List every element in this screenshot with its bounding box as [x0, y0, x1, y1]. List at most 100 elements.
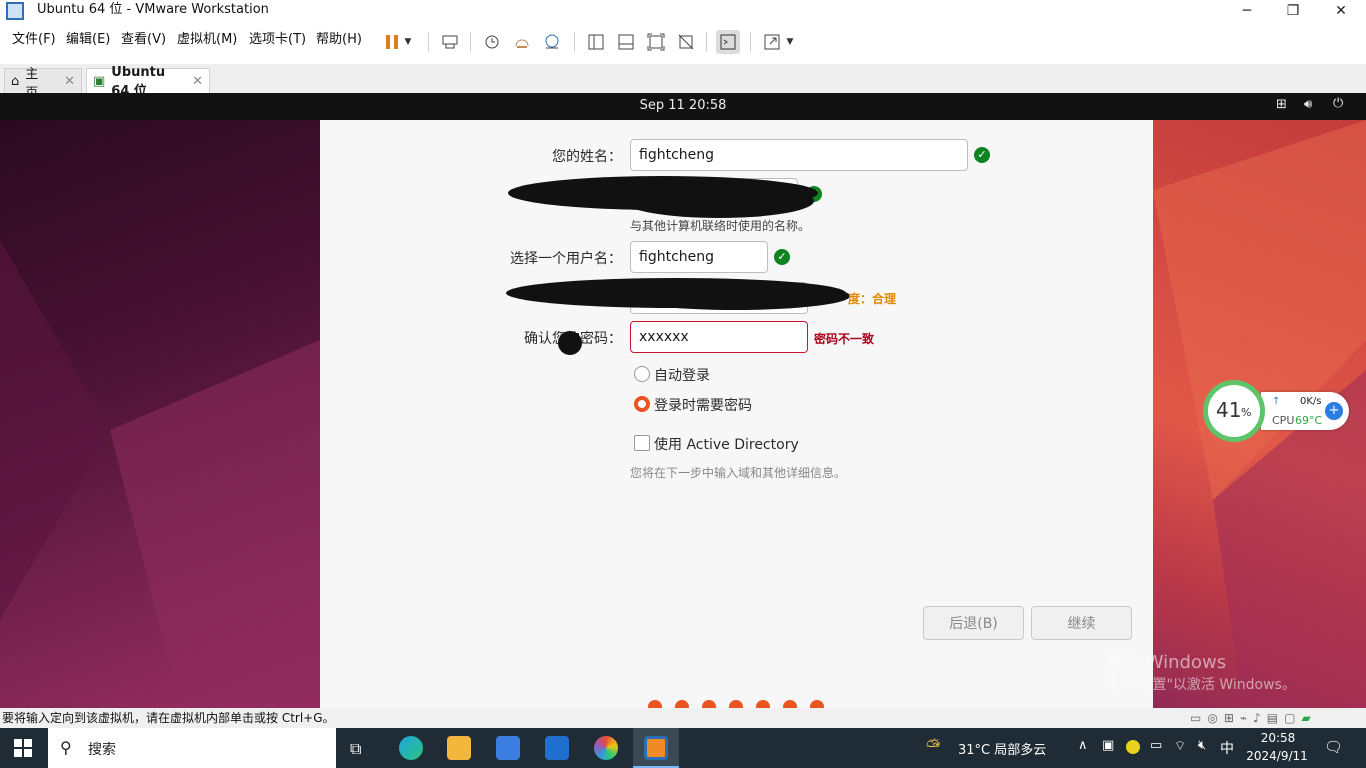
tab-home-close-icon[interactable]: ✕ [64, 74, 75, 89]
status-message: 要将输入定向到该虚拟机，请在虚拟机内部单击或按 Ctrl+G。 [2, 711, 335, 725]
tab-ubuntu-close-icon[interactable]: ✕ [192, 74, 203, 89]
auto-login-radio[interactable] [634, 366, 650, 382]
menu-file[interactable]: 文件(F) [12, 31, 56, 49]
tray-app-icon[interactable]: ▣ [1102, 738, 1114, 753]
edge-icon[interactable] [399, 736, 423, 760]
taskbar-time[interactable]: 20:58 [1250, 731, 1306, 745]
menu-help[interactable]: 帮助(H) [316, 31, 362, 49]
memory-percent-sign: % [1241, 406, 1252, 419]
ime-indicator[interactable]: 中 [1220, 738, 1234, 758]
notification-icon[interactable]: 🗨︎ [1324, 738, 1343, 756]
cpu-temp: 69°C [1295, 414, 1323, 427]
system-monitor-widget[interactable]: 41 % ↑ 0K/s CPU 69°C + [1203, 380, 1351, 442]
snapshot-manager-icon[interactable] [540, 30, 564, 54]
printer-icon[interactable]: ▤ [1267, 708, 1278, 728]
hdd-icon[interactable]: ▭ [1190, 708, 1201, 728]
weather-icon[interactable]: ⛅︎ [926, 736, 940, 757]
pause-dropdown-icon[interactable]: ▼ [400, 30, 416, 54]
activation-watermark-title: 激活 Windows [1104, 652, 1227, 673]
tab-bar: ⌂ 主页 ✕ ▣ Ubuntu 64 位 ✕ [0, 64, 1366, 101]
stretch-dropdown-icon[interactable]: ▼ [782, 30, 798, 54]
store-icon[interactable] [496, 736, 520, 760]
windows-taskbar: ⚲ 搜索 ⧉ ⛅︎ 31°C 局部多云 ∧ ▣ ▭ ⌔ 🔇︎ 中 20:58 2… [0, 728, 1366, 768]
name-valid-icon: ✓ [974, 147, 990, 163]
net-speed: 0K/s [1300, 396, 1322, 407]
vmware-taskbar-item[interactable] [633, 728, 679, 768]
vmware-taskbar-icon [644, 736, 668, 760]
menu-tabs[interactable]: 选项卡(T) [249, 31, 306, 49]
upload-arrow-icon: ↑ [1272, 396, 1281, 407]
active-directory-hint: 您将在下一步中输入域和其他详细信息。 [630, 466, 847, 480]
installer-who-are-you-panel: 您的姓名： fightcheng ✓ ✓ 与其他计算机联络时使用的名称。 选择一… [320, 120, 1153, 714]
activation-watermark-subtitle: 转到"设置"以激活 Windows。 [1104, 677, 1296, 693]
close-button[interactable]: ✕ [1318, 0, 1364, 22]
taskbar-date[interactable]: 2024/9/11 [1244, 749, 1310, 763]
tab-home[interactable]: ⌂ 主页 ✕ [4, 67, 82, 101]
require-password-radio[interactable] [634, 396, 650, 412]
battery-icon[interactable]: ▭ [1150, 738, 1162, 753]
search-icon: ⚲ [60, 738, 72, 757]
require-password-label[interactable]: 登录时需要密码 [654, 395, 752, 415]
home-icon: ⌂ [11, 74, 20, 89]
power-icon[interactable]: ⏻ [1333, 96, 1343, 111]
cursor-dot [558, 331, 582, 355]
window-title: Ubuntu 64 位 - VMware Workstation [37, 2, 269, 17]
back-button[interactable]: 后退(B) [923, 606, 1024, 640]
active-directory-label[interactable]: 使用 Active Directory [654, 434, 799, 454]
name-input[interactable]: fightcheng [630, 139, 968, 171]
menu-view[interactable]: 查看(V) [121, 31, 166, 49]
password-strength: 度：合理 [848, 292, 897, 306]
color-app-icon[interactable] [594, 736, 618, 760]
revert-snapshot-icon[interactable] [510, 30, 534, 54]
username-label: 选择一个用户名： [510, 251, 622, 267]
usb-icon[interactable]: ⌁ [1240, 708, 1247, 728]
sound-icon[interactable]: ♪ [1253, 708, 1261, 728]
task-view-icon[interactable]: ⧉ [350, 739, 361, 759]
active-directory-checkbox[interactable] [634, 435, 650, 451]
console-view-icon[interactable] [716, 30, 740, 54]
weather-text[interactable]: 31°C 局部多云 [958, 739, 1046, 758]
tab-ubuntu[interactable]: ▣ Ubuntu 64 位 ✕ [86, 65, 210, 99]
send-ctrl-alt-del-icon[interactable] [438, 30, 462, 54]
vmware-statusbar: 要将输入定向到该虚拟机，请在虚拟机内部单击或按 Ctrl+G。 ▭ ◎ ⊞ ⌁ … [0, 708, 1366, 728]
password-mismatch-error: 密码不一致 [814, 332, 875, 346]
message-icon[interactable]: ▰ [1301, 708, 1310, 728]
sidebar-toggle-icon[interactable] [584, 30, 608, 54]
cd-icon[interactable]: ◎ [1207, 708, 1217, 728]
unity-mode-icon[interactable] [674, 30, 698, 54]
confirm-password-input[interactable]: xxxxxx [630, 321, 808, 353]
thumbnail-bar-icon[interactable] [614, 30, 638, 54]
wifi-icon[interactable]: ⌔ [1174, 738, 1186, 754]
menu-vm[interactable]: 虚拟机(M) [177, 31, 237, 49]
maximize-button[interactable]: ❐ [1270, 0, 1316, 22]
menubar: 文件(F) 编辑(E) 查看(V) 虚拟机(M) 选项卡(T) 帮助(H) ▼ … [0, 26, 1366, 56]
confirm-password-label: 确认您的密码： [462, 328, 622, 348]
vm-icon: ▣ [93, 74, 106, 89]
stretch-view-icon[interactable] [760, 30, 784, 54]
snapshot-icon[interactable] [480, 30, 504, 54]
guest-topbar: Sep 11 20:58 ⊞ 🔊︎ ⏻ [0, 93, 1366, 120]
tray-badge-icon[interactable] [1126, 740, 1140, 754]
vmware-logo-icon [6, 2, 24, 20]
minimize-button[interactable]: ─ [1224, 0, 1270, 22]
username-input[interactable]: fightcheng [630, 241, 768, 273]
network-icon[interactable]: ⊞ [1276, 97, 1287, 112]
continue-button[interactable]: 继续 [1031, 606, 1132, 640]
taskbar-search-box[interactable]: ⚲ 搜索 [48, 728, 336, 768]
display-icon[interactable]: ▢ [1284, 708, 1295, 728]
windows-start-icon[interactable] [14, 739, 32, 761]
menu-edit[interactable]: 编辑(E) [66, 31, 110, 49]
auto-login-label[interactable]: 自动登录 [654, 365, 710, 385]
fullscreen-icon[interactable] [644, 30, 668, 54]
mail-icon[interactable] [545, 736, 569, 760]
guest-clock[interactable]: Sep 11 20:58 [0, 98, 1366, 113]
network-adapter-icon[interactable]: ⊞ [1224, 708, 1234, 728]
speaker-mute-icon[interactable]: 🔇︎ [1198, 738, 1206, 753]
widget-add-icon[interactable]: + [1325, 402, 1343, 420]
device-icons: ▭ ◎ ⊞ ⌁ ♪ ▤ ▢ ▰ [1190, 708, 1311, 728]
tray-chevron-icon[interactable]: ∧ [1078, 738, 1088, 753]
volume-icon[interactable]: 🔊︎ [1304, 97, 1312, 112]
file-explorer-icon[interactable] [447, 736, 471, 760]
name-label: 您的姓名： [552, 149, 622, 165]
search-placeholder: 搜索 [88, 742, 116, 758]
